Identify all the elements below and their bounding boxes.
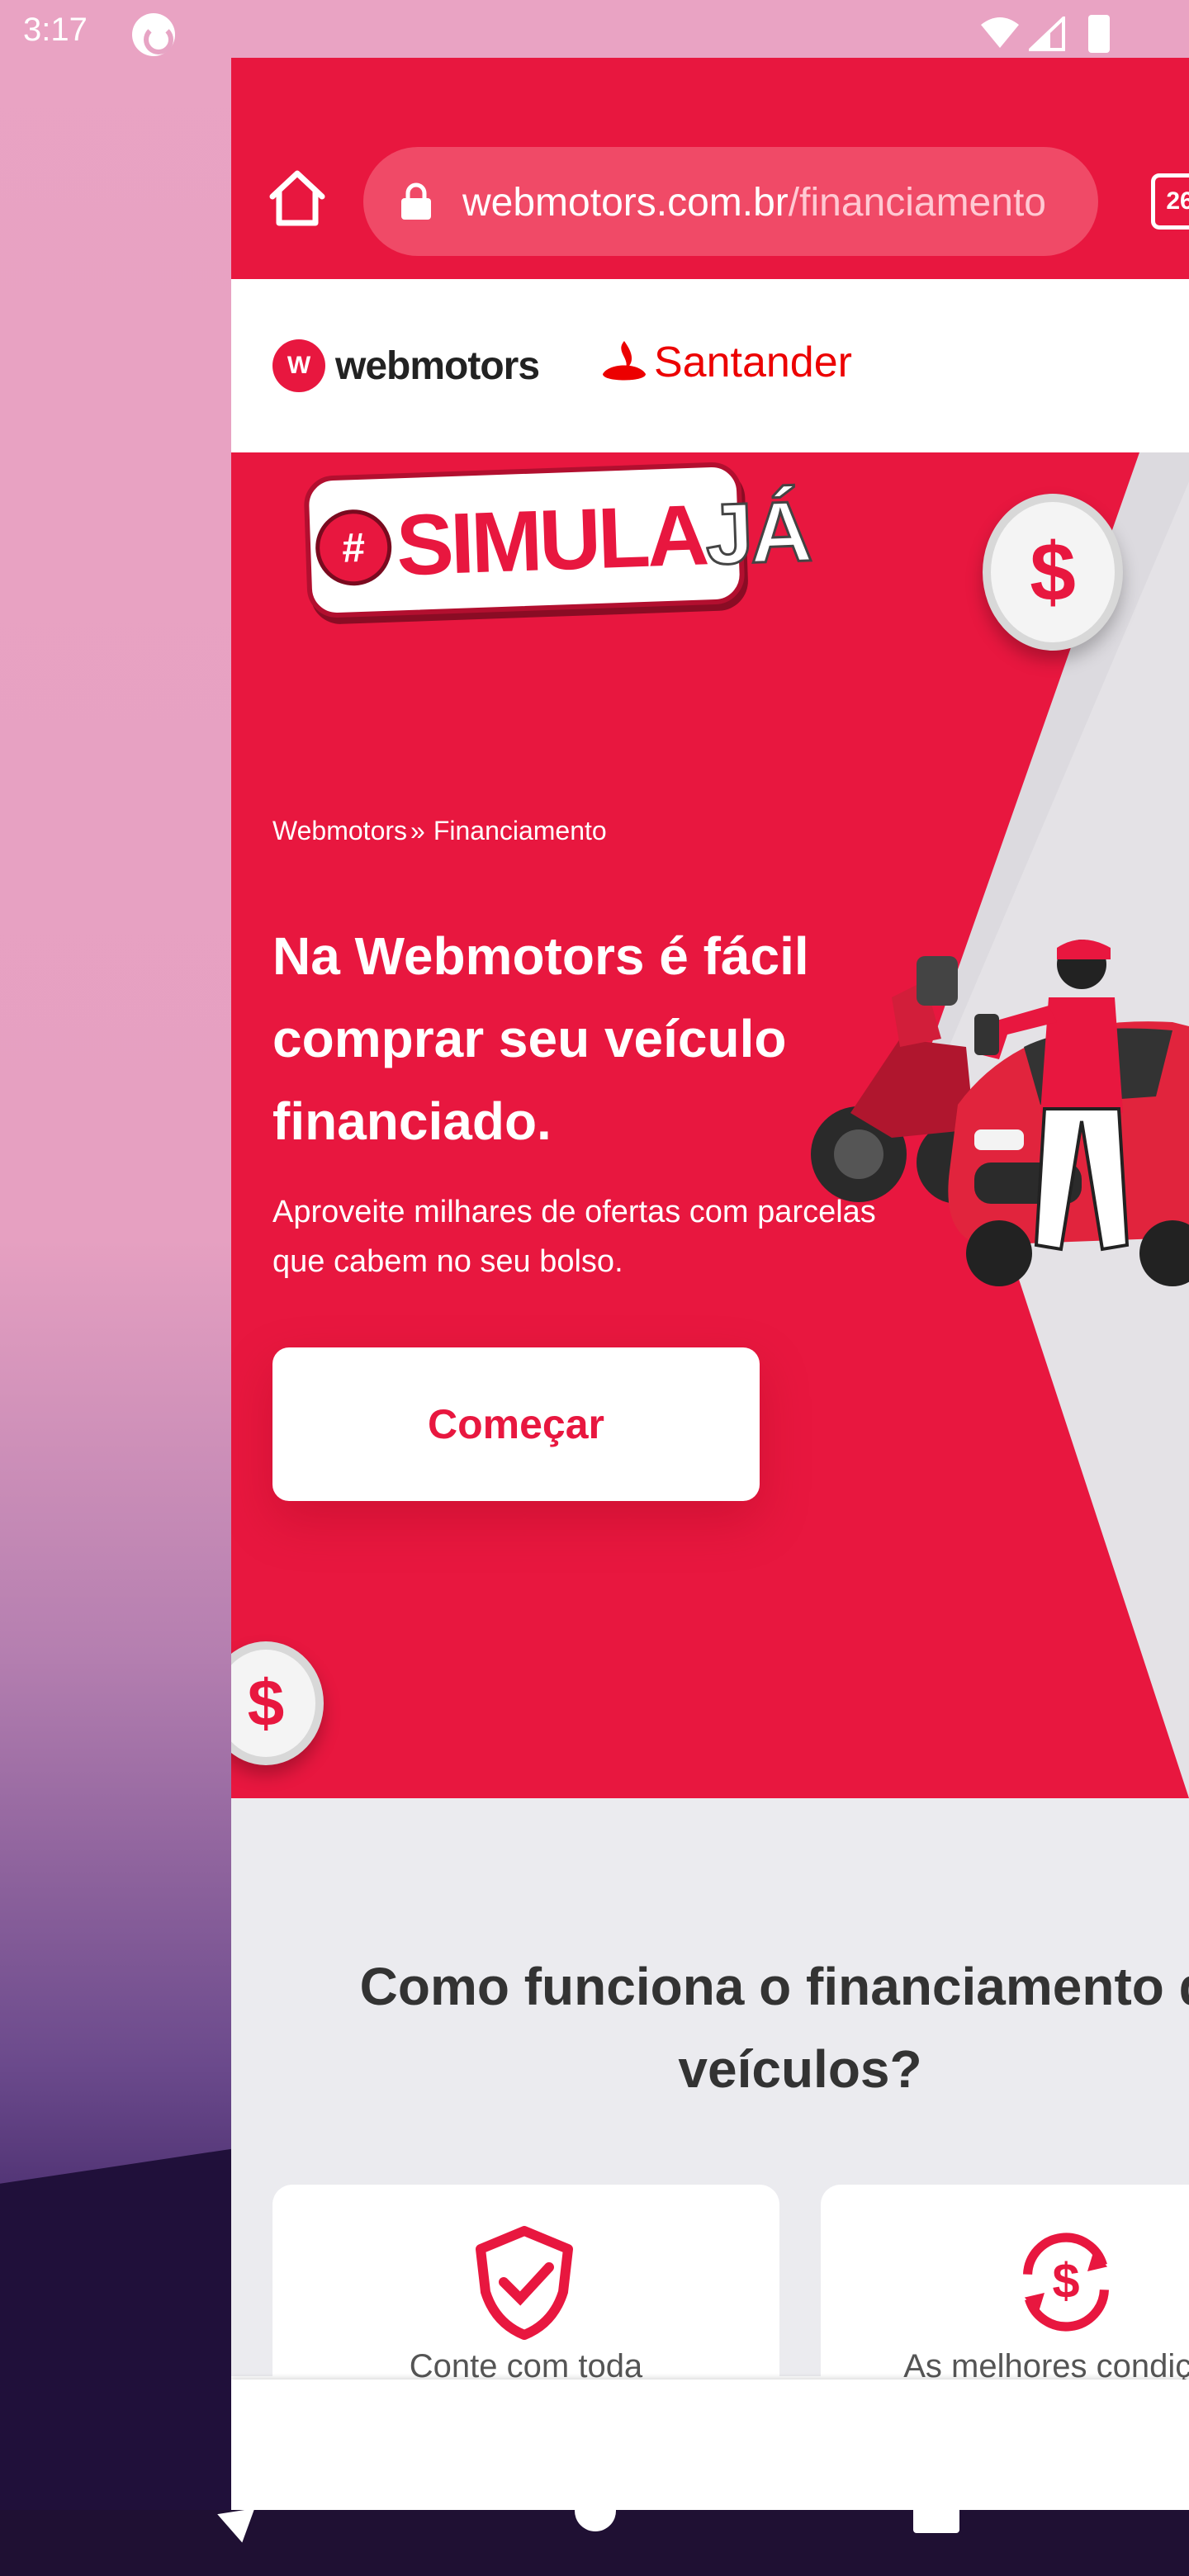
breadcrumb-separator: » [410,816,425,845]
how-it-works-title: Como funciona o financiamento de veículo… [231,1945,1189,2110]
url-path: /financiamento [788,181,1046,225]
browser-toolbar: webmotors.com.br/financiamento 26 [231,58,1189,279]
dollar-coin-icon: $ [983,494,1123,651]
simula-hash: # [314,508,393,587]
status-time: 3:17 [23,12,88,48]
wifi-icon [981,17,1019,48]
santander-logo: Santander [599,334,852,391]
url-text: webmotors.com.br/financiamento [462,180,1082,225]
santander-flame-icon [603,341,646,381]
simula-text: SIMULAJÁ [395,482,812,595]
lock-icon [401,182,431,220]
recent-apps-icon[interactable] [913,2492,959,2533]
start-button[interactable]: Começar [272,1347,760,1501]
hero-title-line: financiado. [272,1091,552,1151]
browser-window: webmotors.com.br/financiamento 26 W webm… [231,58,1189,2510]
webmotors-logo[interactable]: W webmotors [272,337,540,395]
hero-subtitle: Aproveite milhares de ofertas com parcel… [272,1195,876,1279]
shield-check-icon [476,2226,573,2340]
hero-section: # SIMULAJÁ $ $ Webmotors» Financiamento … [231,452,1189,1798]
svg-text:$: $ [1052,2253,1079,2308]
how-it-works-section: Como funciona o financiamento de veículo… [231,1798,1189,2432]
santander-name: Santander [654,339,852,386]
battery-icon [1088,15,1110,53]
hero-title-line: Na Webmotors é fácil [272,926,809,986]
how-title-line: Como funciona o financiamento de [359,1957,1189,2016]
url-domain: webmotors.com.br [462,181,789,225]
hero-title-line: comprar seu veículo [272,1009,787,1068]
hero-title: Na Webmotors é fácil comprar seu veículo… [272,915,1016,1163]
webmotors-name: webmotors [335,343,540,388]
how-title-line: veículos? [678,2039,922,2099]
tab-switcher-button[interactable]: 26 [1151,173,1189,230]
brand-header: W webmotors Santander [231,279,1189,452]
breadcrumb-current: Financiamento [433,816,607,845]
signal-icon [1029,17,1065,51]
money-cycle-icon: $ [1023,2233,1109,2332]
simula-word: SIMULA [395,487,708,594]
home-icon[interactable] [264,165,330,231]
breadcrumb-home-link[interactable]: Webmotors [272,816,407,845]
dollar-coin-icon: $ [231,1641,324,1765]
bottom-bar [231,2379,1189,2510]
sync-app-icon [132,13,175,56]
home-circle-icon[interactable] [575,2490,616,2531]
webmotors-mark: W [272,339,325,392]
breadcrumb: Webmotors» Financiamento [272,816,607,846]
simula-ja-badge: # SIMULAJÁ [303,461,812,619]
ja-word: JÁ [703,483,812,585]
url-bar[interactable]: webmotors.com.br/financiamento [363,147,1098,256]
